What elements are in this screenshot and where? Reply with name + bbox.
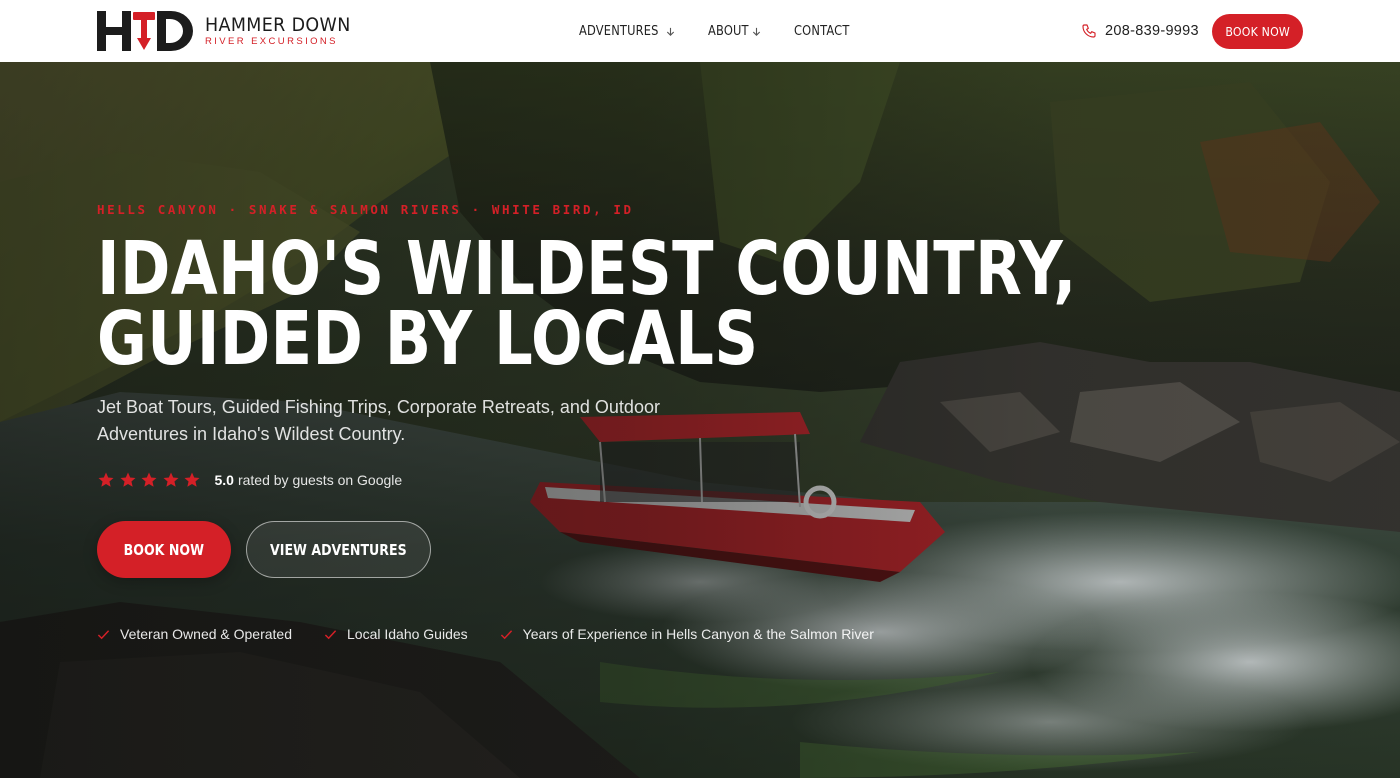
- feature-item: Local Idaho Guides: [324, 626, 468, 642]
- hero-section: HELLS CANYON · SNAKE & SALMON RIVERS · W…: [0, 62, 1400, 778]
- logo-name: HAMMER DOWN: [205, 14, 351, 36]
- google-rating: 5.0 rated by guests on Google: [97, 470, 402, 490]
- star-icon: [120, 472, 135, 487]
- nav-contact-label: CONTACT: [793, 23, 850, 39]
- feature-list: Veteran Owned & Operated Local Idaho Gui…: [97, 624, 906, 644]
- hero-eyebrow: HELLS CANYON · SNAKE & SALMON RIVERS · W…: [97, 202, 634, 217]
- logo-subtitle: RIVER EXCURSIONS: [205, 36, 338, 47]
- nav-about-label: ABOUT: [708, 23, 750, 39]
- feature-item: Veteran Owned & Operated: [97, 626, 292, 642]
- phone-link[interactable]: 208-839-9993: [1081, 19, 1199, 43]
- check-icon: [324, 629, 337, 639]
- hero-book-now-button[interactable]: BOOK NOW: [97, 521, 231, 578]
- logo-text: HAMMER DOWN RIVER EXCURSIONS: [205, 14, 363, 48]
- hammer-icon: [133, 12, 155, 50]
- star-icon: [184, 472, 200, 487]
- hero-headline-line-1: IDAHO'S WILDEST COUNTRY,: [97, 226, 1077, 312]
- site-header: HAMMER DOWN RIVER EXCURSIONS ADVENTURES …: [0, 0, 1400, 62]
- nav-adventures[interactable]: ADVENTURES: [579, 0, 676, 62]
- star-icon: [163, 472, 178, 487]
- phone-number: 208-839-9993: [1105, 23, 1199, 39]
- nav-adventures-label: ADVENTURES: [579, 23, 659, 39]
- check-icon: [500, 629, 512, 639]
- arrow-down-icon: [752, 27, 760, 36]
- header-book-now-label: BOOK NOW: [1225, 24, 1290, 39]
- view-adventures-button[interactable]: VIEW ADVENTURES: [246, 521, 431, 578]
- hero-subhead: Jet Boat Tours, Guided Fishing Trips, Co…: [97, 397, 660, 444]
- star-icon: [98, 472, 114, 487]
- hero-headline: IDAHO'S WILDEST COUNTRY, GUIDED BY LOCAL…: [97, 226, 1077, 382]
- feature-text: Veteran Owned & Operated: [120, 626, 292, 642]
- logo[interactable]: HAMMER DOWN RIVER EXCURSIONS: [97, 10, 363, 52]
- feature-text: Years of Experience in Hells Canyon & th…: [522, 626, 874, 642]
- nav-contact[interactable]: CONTACT: [794, 0, 857, 62]
- star-icon: [141, 472, 157, 487]
- hero-book-now-label: BOOK NOW: [123, 540, 205, 559]
- arrow-down-icon: [667, 27, 675, 36]
- logo-mark: [97, 11, 193, 51]
- rating-text: rated by guests on Google: [237, 472, 403, 488]
- header-book-now-button[interactable]: BOOK NOW: [1212, 14, 1303, 49]
- nav-about[interactable]: ABOUT: [708, 0, 761, 62]
- feature-text: Local Idaho Guides: [347, 626, 468, 642]
- check-icon: [97, 629, 110, 639]
- feature-item: Years of Experience in Hells Canyon & th…: [500, 626, 874, 642]
- view-adventures-label: VIEW ADVENTURES: [270, 540, 407, 559]
- rating-score: 5.0: [214, 472, 234, 488]
- phone-icon: [1082, 24, 1096, 38]
- hero-headline-line-2: GUIDED BY LOCALS: [97, 296, 759, 382]
- main-nav: ADVENTURES ABOUT CONTACT: [579, 0, 889, 62]
